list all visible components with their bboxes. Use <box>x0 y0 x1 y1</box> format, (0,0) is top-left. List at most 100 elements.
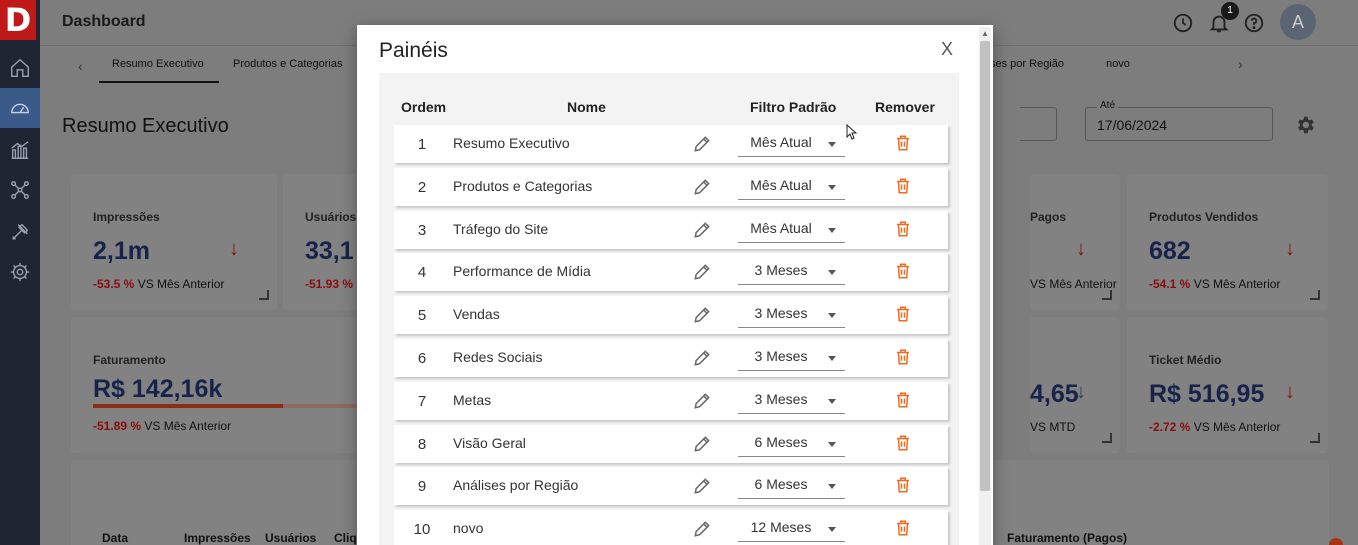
sidebar-item-tools[interactable] <box>0 212 40 252</box>
avatar[interactable]: A <box>1280 4 1316 40</box>
trash-icon[interactable] <box>894 261 912 281</box>
sidebar-item-network[interactable] <box>0 170 40 210</box>
pencil-icon[interactable] <box>692 391 712 411</box>
arrow-down-icon: ↓ <box>1076 381 1086 403</box>
chevron-down-icon <box>828 184 836 190</box>
table-header-impressoes: Impressões <box>184 531 251 545</box>
panel-row[interactable]: 9 Análises por Região 6 Meses <box>394 467 948 506</box>
sidebar-item-charts[interactable] <box>0 130 40 170</box>
resize-handle[interactable] <box>1102 290 1112 300</box>
trash-icon[interactable] <box>894 219 912 239</box>
filter-select[interactable]: Mês Atual <box>738 172 845 200</box>
floating-notification-icon[interactable] <box>1329 538 1343 545</box>
filter-select[interactable]: Mês Atual <box>738 129 845 157</box>
card-value: R$ 516,95 <box>1149 380 1265 408</box>
trash-icon[interactable] <box>894 518 912 538</box>
card-value: 33,1 <box>305 237 354 265</box>
sidebar-item-dashboard[interactable] <box>0 88 40 128</box>
pencil-icon[interactable] <box>692 348 712 368</box>
card-value: 2,1m <box>93 237 150 265</box>
panel-order: 1 <box>417 136 427 153</box>
scroll-up-icon[interactable]: ▲ <box>981 29 989 38</box>
trash-icon[interactable] <box>894 133 912 153</box>
trash-icon[interactable] <box>894 390 912 410</box>
filter-select-value: 6 Meses <box>754 433 808 450</box>
panel-row[interactable]: 1 Resumo Executivo Mês Atual <box>394 125 948 163</box>
trash-icon[interactable] <box>894 347 912 367</box>
card-comparison: -54.1 % VS Mês Anterior <box>1149 277 1281 291</box>
pencil-icon[interactable] <box>692 434 712 454</box>
filter-select[interactable]: 3 Meses <box>738 300 845 329</box>
resize-handle[interactable] <box>1310 433 1320 443</box>
sidebar-item-settings[interactable] <box>0 252 40 292</box>
filter-select-value: 3 Meses <box>754 262 808 279</box>
panel-name: Vendas <box>453 306 500 323</box>
trash-icon[interactable] <box>894 176 912 196</box>
card-label: Produtos Vendidos <box>1149 210 1259 224</box>
panel-row[interactable]: 7 Metas 3 Meses <box>394 381 948 420</box>
filter-select[interactable]: 3 Meses <box>738 257 845 286</box>
pencil-icon[interactable] <box>692 305 712 325</box>
panel-name: Redes Sociais <box>453 349 543 365</box>
trash-icon[interactable] <box>894 304 912 324</box>
pencil-icon[interactable] <box>692 262 712 282</box>
resize-handle[interactable] <box>259 290 269 300</box>
filter-select[interactable]: 6 Meses <box>738 471 845 500</box>
chevron-down-icon <box>828 313 836 319</box>
panel-row[interactable]: 4 Performance de Mídia 3 Meses <box>394 253 948 292</box>
chevron-down-icon <box>828 356 836 361</box>
mouse-cursor-icon <box>846 124 858 140</box>
panel-row[interactable]: 2 Produtos e Categorias Mês Atual <box>394 167 948 206</box>
panel-row[interactable]: 6 Redes Sociais 3 Meses <box>394 339 948 377</box>
app-logo[interactable]: D <box>0 0 36 40</box>
card-label: Ticket Médio <box>1149 353 1222 367</box>
tab-resumo-executivo[interactable]: Resumo Executivo <box>99 58 219 83</box>
scrollbar-thumb[interactable] <box>980 41 990 491</box>
resize-handle[interactable] <box>1102 433 1112 443</box>
history-icon[interactable] <box>1172 12 1194 34</box>
filter-select[interactable]: 6 Meses <box>738 429 845 457</box>
filter-select[interactable]: Mês Atual <box>738 215 845 243</box>
pencil-icon[interactable] <box>692 476 712 496</box>
pencil-icon[interactable] <box>692 177 712 197</box>
panel-name: Performance de Mídia <box>453 263 591 280</box>
close-button[interactable]: X <box>941 39 953 60</box>
sidebar-item-home[interactable] <box>0 48 40 88</box>
date-to-value: 17/06/2024 <box>1097 117 1168 133</box>
card-mtd: 4,65 ↓ VS MTD <box>1030 317 1120 453</box>
trash-icon[interactable] <box>894 475 912 495</box>
panel-order: 7 <box>417 392 427 410</box>
panel-order: 9 <box>417 478 427 496</box>
card-comparison: VS Mês Anterior <box>1030 277 1117 291</box>
filter-select[interactable]: 12 Meses <box>738 514 845 543</box>
pencil-icon[interactable] <box>692 220 712 240</box>
tab-novo[interactable]: novo <box>1106 58 1130 70</box>
modal-scrollbar[interactable]: ▲ <box>979 27 991 545</box>
filter-select[interactable]: 3 Meses <box>738 343 845 371</box>
resize-handle[interactable] <box>1310 290 1320 300</box>
filter-select[interactable]: 3 Meses <box>738 386 845 414</box>
panel-name: Tráfego do Site <box>453 220 549 237</box>
date-from-field[interactable] <box>1020 107 1057 141</box>
tab-produtos-categorias[interactable]: Produtos e Categorias <box>233 58 342 70</box>
panel-row[interactable]: 3 Tráfego do Site Mês Atual <box>394 210 948 249</box>
card-faturamento: Faturamento R$ 142,16k -51.89 % VS Mês A… <box>71 317 377 453</box>
chevron-down-icon <box>828 398 836 404</box>
panel-name: novo <box>453 520 484 537</box>
panel-row[interactable]: 5 Vendas 3 Meses <box>394 296 948 335</box>
pencil-icon[interactable] <box>692 519 712 539</box>
gear-icon[interactable] <box>1294 114 1316 136</box>
gear-icon <box>10 262 30 282</box>
help-icon[interactable] <box>1243 12 1265 34</box>
card-value: R$ 142,16k <box>93 375 223 403</box>
tabs-prev-icon[interactable]: ‹ <box>78 58 83 74</box>
chevron-down-icon <box>828 527 836 533</box>
tabs-next-icon[interactable]: › <box>1238 56 1243 72</box>
trash-icon[interactable] <box>894 433 912 453</box>
panel-row[interactable]: 8 Visão Geral 6 Meses <box>394 424 948 463</box>
filter-select-value: 3 Meses <box>754 348 808 364</box>
pencil-icon[interactable] <box>692 134 712 154</box>
panel-row[interactable]: 10 novo 12 Meses <box>394 510 948 545</box>
tab-analises-regiao[interactable]: ses por Região <box>990 58 1064 70</box>
network-icon <box>11 181 29 199</box>
